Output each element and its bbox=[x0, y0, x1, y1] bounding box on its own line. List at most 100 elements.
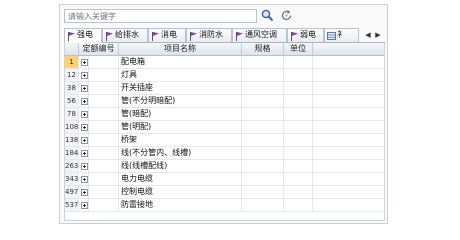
table-row[interactable]: 497 控制电缆 bbox=[65, 186, 384, 199]
table-row[interactable]: 78 管(暗配) bbox=[65, 108, 384, 121]
table-row[interactable]: 38 开关插座 bbox=[65, 82, 384, 95]
row-number: 537 bbox=[65, 199, 79, 211]
search-input[interactable] bbox=[64, 9, 257, 23]
expand-toggle[interactable] bbox=[79, 199, 89, 211]
header-item-name[interactable]: 项目名称 bbox=[119, 43, 242, 55]
header-unit[interactable]: 单位 bbox=[284, 43, 313, 55]
flag-icon bbox=[291, 32, 298, 41]
tab-label: 弱电 bbox=[300, 30, 316, 39]
category-tabs: 强电 给排水 消电 消防水 通风空调 弱电 衤 ◀ ▶ bbox=[64, 28, 385, 43]
tab-hvac[interactable]: 通风空调 bbox=[232, 28, 287, 42]
expand-toggle[interactable] bbox=[79, 134, 89, 146]
tab-water-supply-drainage[interactable]: 给排水 bbox=[102, 28, 148, 42]
plus-icon[interactable] bbox=[81, 111, 88, 118]
tab-fire-electric[interactable]: 消电 bbox=[148, 28, 186, 42]
expand-toggle[interactable] bbox=[79, 186, 89, 198]
quota-code-cell bbox=[89, 173, 119, 185]
plus-icon[interactable] bbox=[81, 124, 88, 131]
header-spec[interactable]: 规格 bbox=[242, 43, 284, 55]
item-name-cell: 控制电缆 bbox=[119, 186, 242, 198]
tab-weak-electric[interactable]: 弱电 bbox=[287, 28, 324, 42]
flag-icon bbox=[190, 32, 197, 41]
quota-code-cell bbox=[89, 69, 119, 81]
plus-icon[interactable] bbox=[81, 163, 88, 170]
expand-toggle[interactable] bbox=[79, 121, 89, 133]
row-number: 1 bbox=[65, 56, 79, 68]
item-name-cell: 防雷接地 bbox=[119, 199, 242, 211]
item-name-cell: 灯具 bbox=[119, 69, 242, 81]
spec-cell bbox=[242, 134, 284, 146]
plus-icon[interactable] bbox=[81, 189, 88, 196]
unit-cell bbox=[284, 147, 313, 159]
row-number: 497 bbox=[65, 186, 79, 198]
quota-code-cell bbox=[89, 56, 119, 68]
tab-scroll-left-icon[interactable]: ◀ bbox=[364, 28, 372, 42]
plus-icon[interactable] bbox=[81, 72, 88, 79]
table-row[interactable]: 108 管(明配) bbox=[65, 121, 384, 134]
spec-cell bbox=[242, 82, 284, 94]
table-row[interactable]: 12 灯具 bbox=[65, 69, 384, 82]
spec-cell bbox=[242, 147, 284, 159]
quota-code-cell bbox=[89, 95, 119, 107]
tab-strong-electric[interactable]: 强电 bbox=[64, 28, 102, 43]
unit-cell bbox=[284, 82, 313, 94]
plus-icon[interactable] bbox=[81, 150, 88, 157]
tab-label: 强电 bbox=[77, 30, 93, 39]
expand-toggle[interactable] bbox=[79, 147, 89, 159]
table-row[interactable]: 184 线(不分管内、线槽) bbox=[65, 147, 384, 160]
plus-icon[interactable] bbox=[81, 85, 88, 92]
item-name-cell: 电力电缆 bbox=[119, 173, 242, 185]
row-number: 343 bbox=[65, 173, 79, 185]
tab-more[interactable]: 衤 bbox=[324, 28, 359, 42]
plus-icon[interactable] bbox=[81, 59, 88, 66]
plus-icon[interactable] bbox=[81, 202, 88, 209]
unit-cell bbox=[284, 134, 313, 146]
tab-label: 通风空调 bbox=[245, 30, 277, 39]
plus-icon[interactable] bbox=[81, 176, 88, 183]
header-row-number bbox=[65, 43, 79, 55]
header-quota-code[interactable]: 定额编号 bbox=[79, 43, 119, 55]
expand-toggle[interactable] bbox=[79, 95, 89, 107]
spec-cell bbox=[242, 121, 284, 133]
refresh-icon[interactable] bbox=[280, 9, 293, 22]
table-row[interactable]: 138 桥架 bbox=[65, 134, 384, 147]
tab-fire-water[interactable]: 消防水 bbox=[186, 28, 232, 42]
flag-icon bbox=[106, 32, 113, 41]
quota-code-cell bbox=[89, 134, 119, 146]
tab-label: 给排水 bbox=[115, 30, 139, 39]
quota-code-cell bbox=[89, 199, 119, 211]
row-number: 56 bbox=[65, 95, 79, 107]
plus-icon[interactable] bbox=[81, 137, 88, 144]
unit-cell bbox=[284, 69, 313, 81]
row-number: 12 bbox=[65, 69, 79, 81]
item-name-cell: 管(暗配) bbox=[119, 108, 242, 120]
row-number: 138 bbox=[65, 134, 79, 146]
plus-icon[interactable] bbox=[81, 98, 88, 105]
expand-toggle[interactable] bbox=[79, 173, 89, 185]
table-icon bbox=[327, 32, 336, 40]
quota-code-cell bbox=[89, 186, 119, 198]
table-row[interactable]: 537 防雷接地 bbox=[65, 199, 384, 212]
expand-toggle[interactable] bbox=[79, 69, 89, 81]
unit-cell bbox=[284, 95, 313, 107]
flag-icon bbox=[152, 32, 159, 41]
tab-scroll-right-icon[interactable]: ▶ bbox=[374, 28, 382, 42]
table-row[interactable]: 263 线(线槽配线) bbox=[65, 160, 384, 173]
quota-table: 定额编号 项目名称 规格 单位 1 配电箱 12 灯具 38 开关插座 56 管(不分明暗配)… bbox=[64, 43, 385, 221]
quota-code-cell bbox=[89, 121, 119, 133]
search-bar bbox=[60, 5, 387, 25]
item-name-cell: 开关插座 bbox=[119, 82, 242, 94]
flag-icon bbox=[236, 32, 243, 41]
expand-toggle[interactable] bbox=[79, 160, 89, 172]
table-row[interactable]: 56 管(不分明暗配) bbox=[65, 95, 384, 108]
table-row[interactable]: 1 配电箱 bbox=[65, 56, 384, 69]
search-icon[interactable] bbox=[261, 9, 274, 22]
expand-toggle[interactable] bbox=[79, 108, 89, 120]
tab-label: 衤 bbox=[337, 30, 345, 39]
quota-code-cell bbox=[89, 82, 119, 94]
spec-cell bbox=[242, 108, 284, 120]
expand-toggle[interactable] bbox=[79, 82, 89, 94]
table-row[interactable]: 343 电力电缆 bbox=[65, 173, 384, 186]
expand-toggle[interactable] bbox=[79, 56, 89, 68]
tab-label: 消防水 bbox=[199, 30, 223, 39]
